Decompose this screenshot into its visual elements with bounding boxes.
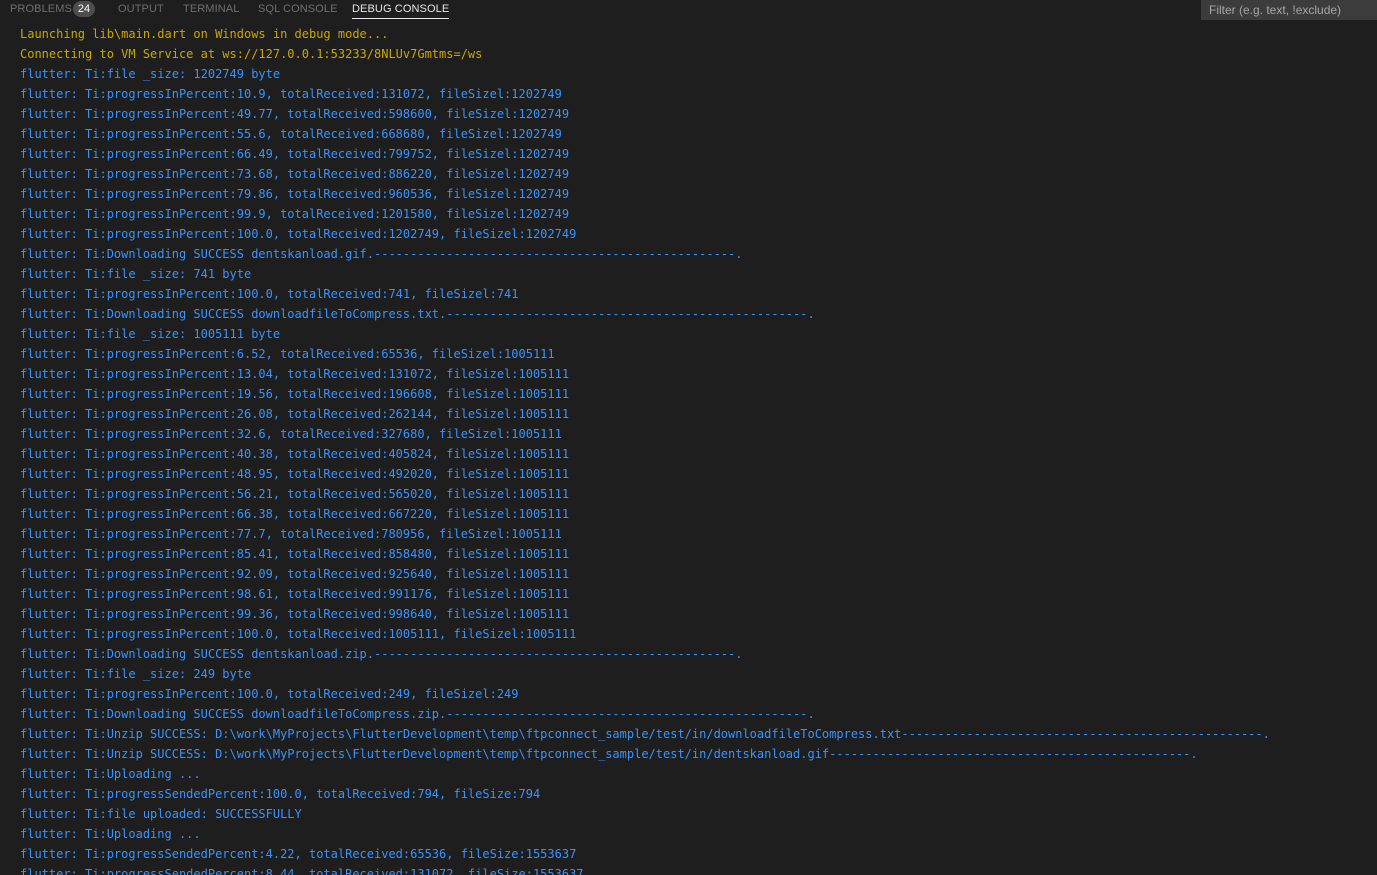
panel-tab-bar: PROBLEMS 24 OUTPUT TERMINAL SQL CONSOLE …	[0, 0, 1377, 19]
tab-debug-console[interactable]: DEBUG CONSOLE	[352, 3, 450, 19]
problems-count-badge: 24	[73, 1, 95, 17]
console-line: flutter: Ti:Uploading ...	[20, 827, 201, 841]
console-line: flutter: Ti:progressInPercent:99.36, tot…	[20, 607, 570, 621]
console-line: flutter: Ti:file _size: 1005111 byte	[20, 327, 281, 341]
console-line: flutter: Ti:progressInPercent:56.21, tot…	[20, 487, 570, 501]
console-line: flutter: Ti:Uploading ...	[20, 767, 201, 781]
console-line: flutter: Ti:progressSendedPercent:8.44, …	[20, 867, 584, 875]
console-line: flutter: Ti:progressInPercent:99.9, tota…	[20, 207, 570, 221]
console-output: Launching lib\main.dart on Windows in de…	[20, 24, 1377, 875]
console-line: flutter: Ti:progressInPercent:6.52, tota…	[20, 347, 555, 361]
console-line: flutter: Ti:progressInPercent:77.7, tota…	[20, 527, 562, 541]
console-line: flutter: Ti:progressInPercent:19.56, tot…	[20, 387, 570, 401]
console-line: flutter: Ti:progressInPercent:100.0, tot…	[20, 287, 519, 301]
console-line: flutter: Ti:progressInPercent:100.0, tot…	[20, 687, 519, 701]
console-line: flutter: Ti:progressInPercent:55.6, tota…	[20, 127, 562, 141]
console-line: flutter: Ti:progressInPercent:49.77, tot…	[20, 107, 570, 121]
console-line: flutter: Ti:progressInPercent:10.9, tota…	[20, 87, 562, 101]
console-line: flutter: Ti:file _size: 741 byte	[20, 267, 252, 281]
console-line: flutter: Ti:progressInPercent:79.86, tot…	[20, 187, 570, 201]
console-line: flutter: Ti:progressInPercent:100.0, tot…	[20, 227, 577, 241]
tab-terminal[interactable]: TERMINAL	[183, 3, 239, 15]
console-line: flutter: Ti:progressSendedPercent:100.0,…	[20, 787, 541, 801]
console-line: flutter: Ti:progressInPercent:26.08, tot…	[20, 407, 570, 421]
console-line: Connecting to VM Service at ws://127.0.0…	[20, 47, 483, 61]
console-line: flutter: Ti:progressInPercent:73.68, tot…	[20, 167, 570, 181]
console-line: flutter: Ti:progressSendedPercent:4.22, …	[20, 847, 577, 861]
console-line: flutter: Ti:progressInPercent:32.6, tota…	[20, 427, 562, 441]
console-filter-input[interactable]	[1201, 0, 1377, 20]
console-line: flutter: Ti:progressInPercent:98.61, tot…	[20, 587, 570, 601]
console-line: Launching lib\main.dart on Windows in de…	[20, 27, 389, 41]
tab-output[interactable]: OUTPUT	[118, 3, 164, 15]
console-line: flutter: Ti:progressInPercent:13.04, tot…	[20, 367, 570, 381]
console-line: flutter: Ti:Unzip SUCCESS: D:\work\MyPro…	[20, 747, 1198, 761]
console-line: flutter: Ti:Downloading SUCCESS download…	[20, 307, 815, 321]
console-line: flutter: Ti:file _size: 1202749 byte	[20, 67, 281, 81]
console-line: flutter: Ti:progressInPercent:85.41, tot…	[20, 547, 570, 561]
console-line: flutter: Ti:Downloading SUCCESS dentskan…	[20, 247, 743, 261]
console-line: flutter: Ti:progressInPercent:66.38, tot…	[20, 507, 570, 521]
console-line: flutter: Ti:Unzip SUCCESS: D:\work\MyPro…	[20, 727, 1270, 741]
console-line: flutter: Ti:file uploaded: SUCCESSFULLY	[20, 807, 302, 821]
console-line: flutter: Ti:file _size: 249 byte	[20, 667, 252, 681]
console-line: flutter: Ti:progressInPercent:40.38, tot…	[20, 447, 570, 461]
console-line: flutter: Ti:Downloading SUCCESS download…	[20, 707, 815, 721]
debug-console-panel: PROBLEMS 24 OUTPUT TERMINAL SQL CONSOLE …	[0, 0, 1377, 875]
tab-problems[interactable]: PROBLEMS	[10, 3, 72, 15]
console-line: flutter: Ti:progressInPercent:92.09, tot…	[20, 567, 570, 581]
console-line: flutter: Ti:progressInPercent:66.49, tot…	[20, 147, 570, 161]
tab-sql-console[interactable]: SQL CONSOLE	[258, 3, 338, 15]
console-line: flutter: Ti:progressInPercent:48.95, tot…	[20, 467, 570, 481]
console-line: flutter: Ti:Downloading SUCCESS dentskan…	[20, 647, 743, 661]
console-line: flutter: Ti:progressInPercent:100.0, tot…	[20, 627, 577, 641]
